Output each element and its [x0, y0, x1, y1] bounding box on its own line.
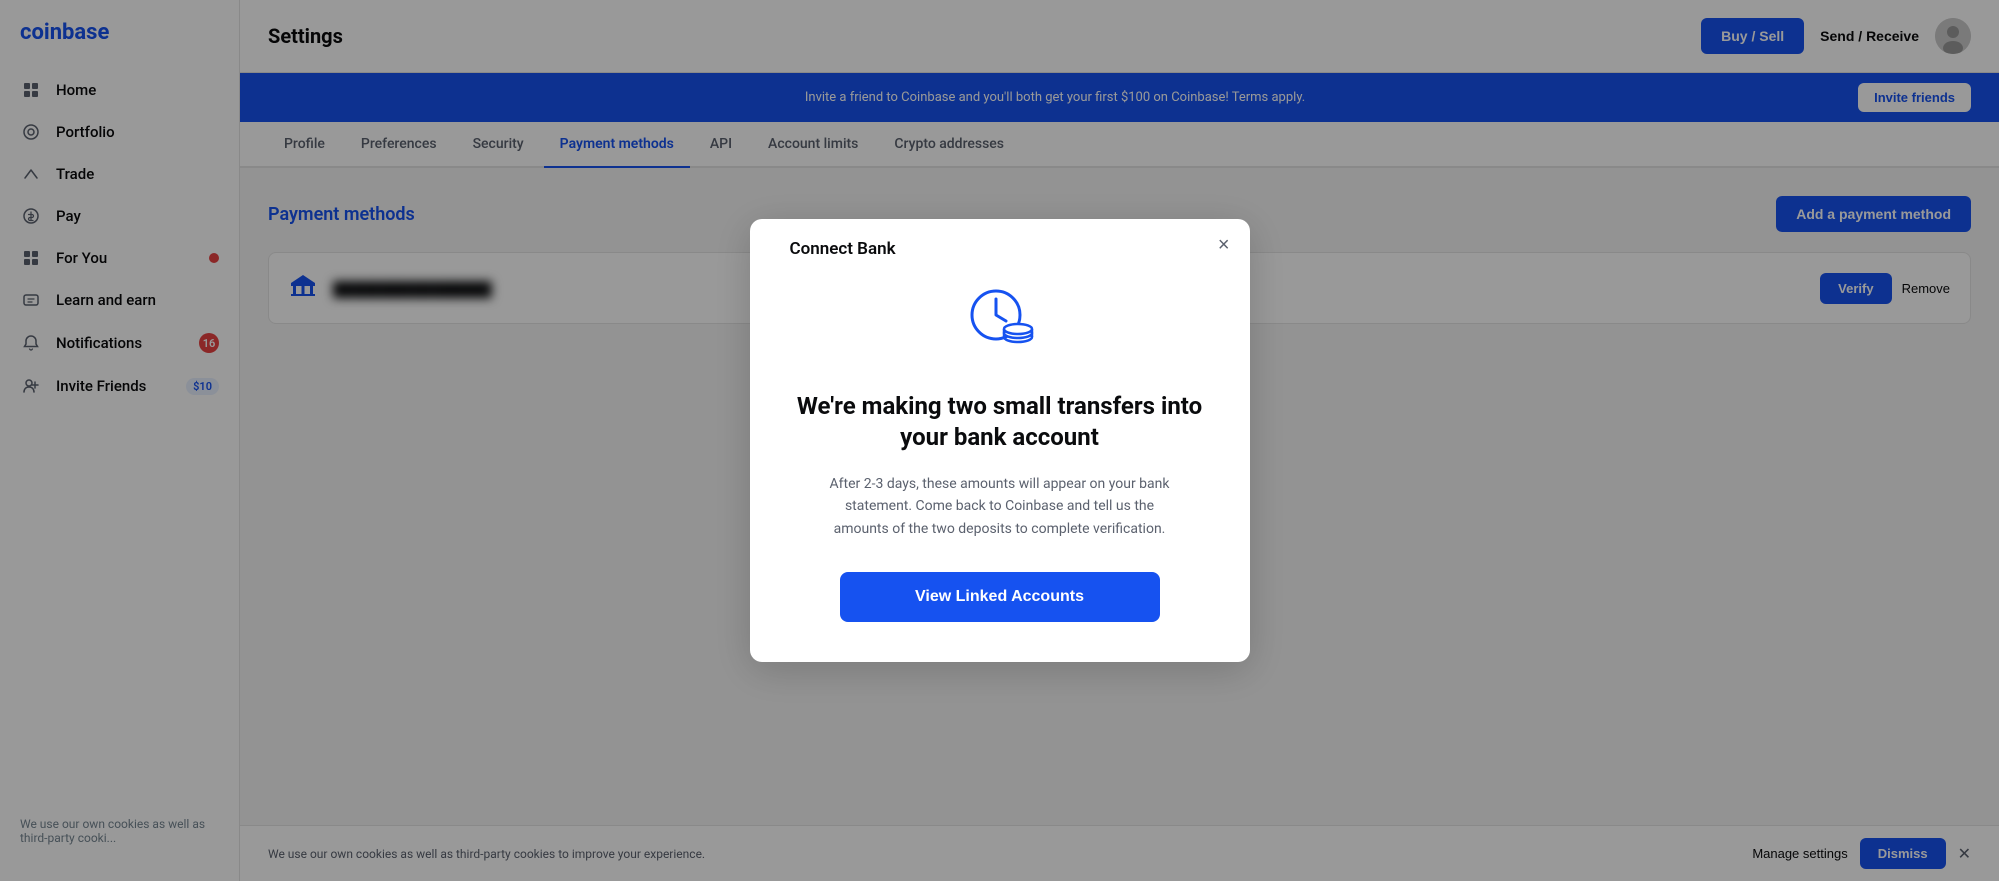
modal-heading: We're making two small transfers into yo… [790, 391, 1210, 453]
modal-body-text: After 2-3 days, these amounts will appea… [830, 473, 1170, 540]
modal-title: Connect Bank [790, 239, 896, 259]
view-linked-accounts-button[interactable]: View Linked Accounts [840, 572, 1160, 622]
connect-bank-modal: Connect Bank × We're making two small tr… [750, 219, 1250, 663]
modal-bank-clock-icon [960, 279, 1040, 363]
modal-close-button[interactable]: × [1218, 235, 1230, 255]
modal-overlay[interactable]: Connect Bank × We're making two small tr… [0, 0, 1999, 881]
